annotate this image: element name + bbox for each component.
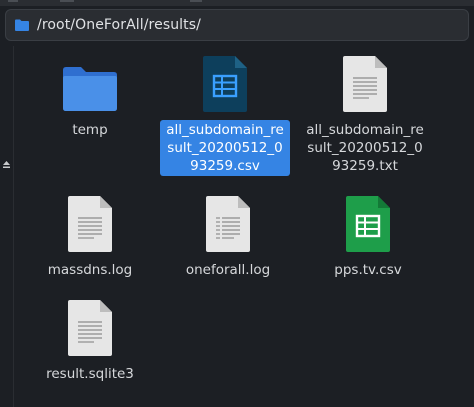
file-name: massdns.log [47,262,133,278]
file-item-subdomain-txt[interactable]: all_subdomain_result_20200512_093259.txt [299,46,431,176]
file-name: pps.tv.csv [334,262,402,278]
folder-icon [63,67,117,111]
folder-icon [15,19,29,31]
log-file-icon [206,196,250,252]
file-name: all_subdomain_result_20200512_093259.txt [306,122,424,174]
file-grid: temp all_subdomain_result_20200512_09325… [14,46,474,407]
text-file-icon [343,56,387,112]
file-item-temp[interactable]: temp [24,46,156,140]
location-bar[interactable]: /root/OneForAll/results/ [5,9,469,41]
file-name: oneforall.log [185,262,271,278]
file-name: result.sqlite3 [46,366,134,382]
text-file-icon [68,300,112,356]
top-toolbar-edge [0,0,474,6]
file-item-massdns-log[interactable]: massdns.log [24,186,156,280]
file-name: all_subdomain_result_20200512_093259.csv [160,120,290,176]
file-manager-window: /root/OneForAll/results/ temp all_subdom… [0,0,474,407]
spreadsheet-green-icon [346,196,390,252]
file-item-subdomain-csv[interactable]: all_subdomain_result_20200512_093259.csv [159,46,291,176]
file-item-oneforall-log[interactable]: oneforall.log [162,186,294,280]
file-item-result-sqlite3[interactable]: result.sqlite3 [24,290,156,384]
file-item-pps-csv[interactable]: pps.tv.csv [302,186,434,280]
file-name: temp [72,122,108,138]
sidebar-collapsed[interactable] [0,46,14,407]
spreadsheet-dark-icon [203,56,247,112]
eject-icon[interactable] [2,160,11,169]
text-file-icon [68,196,112,252]
current-path[interactable]: /root/OneForAll/results/ [37,17,201,33]
